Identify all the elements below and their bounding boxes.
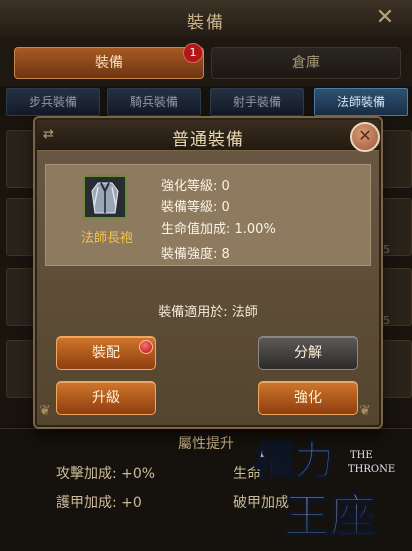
subtab-infantry[interactable]: 步兵裝備	[6, 88, 100, 116]
equip-button[interactable]: 裝配	[56, 336, 156, 370]
dialog-header: ⇄ 普通裝備 ✕	[37, 120, 380, 152]
upgrade-button[interactable]: 升級	[56, 381, 156, 415]
equipment-strength: 裝備強度: 8	[161, 247, 230, 262]
item-info-panel: 法師長袍 強化等級: 0 裝備等級: 0 生命值加成: 1.00% 裝備強度: …	[45, 164, 371, 266]
notification-badge: 1	[183, 43, 203, 63]
enhance-button-label: 強化	[294, 390, 322, 406]
logo-sub-the: THE	[350, 450, 373, 461]
logo-text-top: 權力	[254, 437, 334, 484]
subtab-archer[interactable]: 射手裝備	[210, 88, 304, 116]
enhance-level: 強化等級: 0	[161, 179, 230, 194]
main-tabs: 裝備 1 倉庫	[0, 38, 412, 86]
alert-dot	[139, 340, 153, 354]
subtab-cavalry[interactable]: 騎兵裝備	[107, 88, 201, 116]
tab-equipment[interactable]: 裝備	[14, 47, 204, 79]
dismantle-button-label: 分解	[294, 345, 322, 361]
close-icon[interactable]: ✕	[372, 5, 398, 31]
tab-warehouse-label: 倉庫	[292, 55, 320, 71]
logo-sub-throne: THRONE	[348, 464, 395, 475]
top-bar: 裝備 ✕	[0, 0, 412, 39]
dialog-close-button[interactable]: ✕	[350, 122, 380, 152]
tab-warehouse[interactable]: 倉庫	[211, 47, 401, 79]
slot-count-label: 5	[383, 314, 390, 327]
game-logo: 權力 王座 THE THRONE	[253, 436, 395, 544]
dialog-title: 普通裝備	[172, 130, 244, 150]
slot-count-label: 5	[383, 243, 390, 256]
ornament-icon: ❦	[39, 403, 51, 419]
enhance-button[interactable]: 強化	[258, 381, 358, 415]
equipment-subtabs: 步兵裝備 騎兵裝備 射手裝備 法師裝備	[0, 86, 412, 116]
applies-to-text: 裝備適用於: 法師	[158, 305, 258, 320]
attack-bonus-stat: 攻擊加成: +0%	[56, 466, 156, 482]
robe-icon[interactable]	[83, 175, 127, 219]
tab-equipment-label: 裝備	[95, 55, 123, 71]
hp-bonus: 生命值加成: 1.00%	[161, 222, 276, 237]
ornament-icon: ❦	[359, 403, 371, 419]
equipment-level: 裝備等級: 0	[161, 200, 230, 215]
upgrade-button-label: 升級	[92, 390, 120, 406]
item-name: 法師長袍	[80, 231, 133, 246]
armor-bonus-stat: 護甲加成: +0	[56, 495, 142, 511]
equipment-detail-dialog: ⇄ 普通裝備 ✕ 法師長袍 強化等級: 0 裝備等級: 0 生命值加成: 1.0…	[35, 118, 381, 427]
logo-text-bottom: 王座	[284, 489, 376, 543]
equip-button-label: 裝配	[92, 345, 120, 361]
page-title: 裝備	[187, 13, 225, 33]
dismantle-button[interactable]: 分解	[258, 336, 358, 370]
subtab-mage[interactable]: 法師裝備	[314, 88, 408, 116]
